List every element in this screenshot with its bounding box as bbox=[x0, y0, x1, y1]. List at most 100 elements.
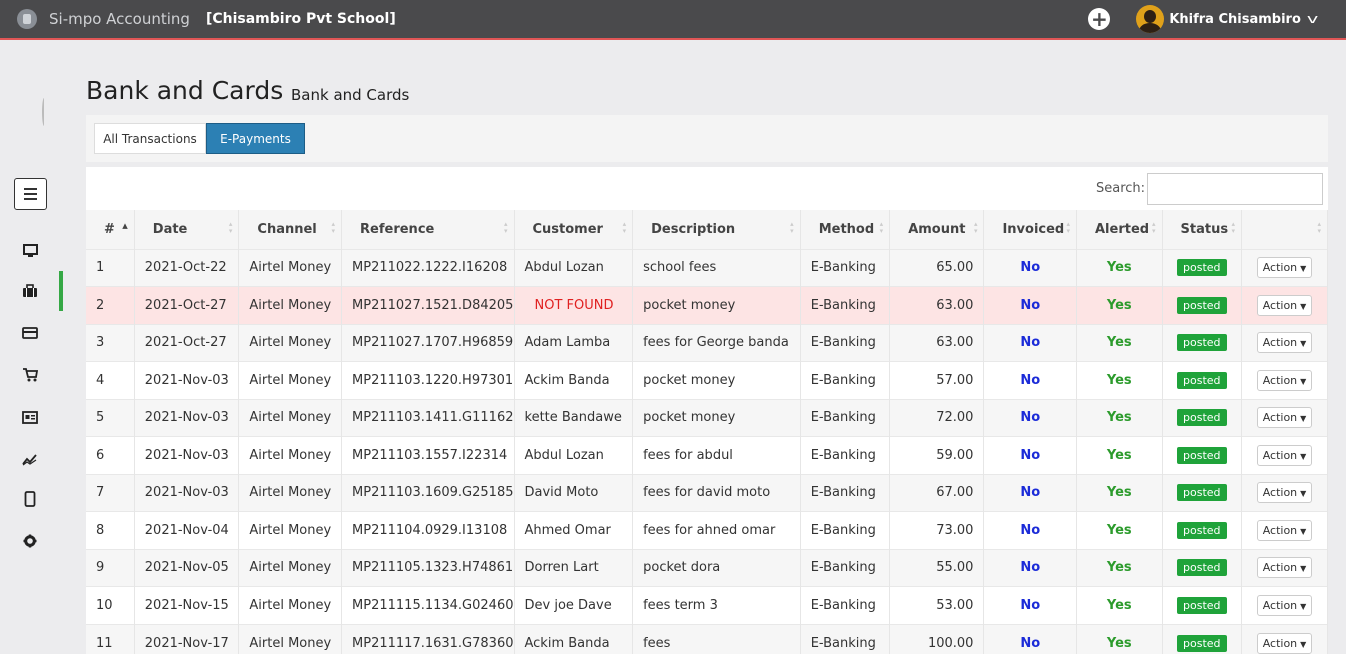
col-header-reference[interactable]: Reference bbox=[341, 210, 515, 249]
col-header-date[interactable]: Date bbox=[134, 210, 240, 249]
row-method: E-Banking bbox=[800, 436, 891, 474]
row-action: Action ▼ bbox=[1241, 586, 1328, 624]
row-action: Action ▼ bbox=[1241, 323, 1328, 362]
row-alerted: Yes bbox=[1076, 436, 1163, 474]
table-row[interactable]: 5 2021-Nov-03 Airtel Money MP211103.1411.G1… bbox=[86, 398, 1328, 437]
row-method: E-Banking bbox=[800, 586, 891, 624]
table-row[interactable]: 6 2021-Nov-03 Airtel Money MP211103.1557.I2… bbox=[86, 436, 1328, 474]
gear-icon[interactable] bbox=[18, 529, 42, 553]
row-invoiced: No bbox=[983, 473, 1077, 512]
row-description: pocket dora bbox=[632, 548, 801, 587]
action-label: Action bbox=[1262, 336, 1298, 350]
col-header-description[interactable]: Description bbox=[632, 210, 801, 249]
row-number: 2 bbox=[86, 286, 135, 324]
status-badge: posted bbox=[1177, 634, 1227, 652]
status-badge: posted bbox=[1177, 446, 1227, 464]
status-badge: posted bbox=[1177, 596, 1227, 614]
row-customer: Ackim Banda bbox=[514, 623, 634, 654]
add-icon[interactable]: + bbox=[1088, 8, 1111, 30]
avatar[interactable] bbox=[1136, 5, 1165, 33]
row-channel: Airtel Money bbox=[238, 548, 343, 587]
col-header-customer[interactable]: Customer bbox=[514, 210, 634, 249]
caret-down-icon: ▼ bbox=[1300, 639, 1307, 649]
status-badge: posted bbox=[1177, 296, 1227, 314]
row-alerted: Yes bbox=[1076, 398, 1163, 437]
row-number: 6 bbox=[86, 436, 135, 474]
row-alerted: Yes bbox=[1076, 586, 1163, 624]
action-dropdown-button[interactable]: Action ▼ bbox=[1256, 257, 1313, 279]
col-header-alerted[interactable]: Alerted bbox=[1076, 210, 1163, 249]
col-header-number[interactable]: # bbox=[86, 210, 135, 249]
chevron-down-icon[interactable]: v bbox=[1307, 12, 1318, 26]
col-header-amount[interactable]: Amount bbox=[889, 210, 985, 249]
sidebar bbox=[0, 42, 63, 654]
table-row[interactable]: 4 2021-Nov-03 Airtel Money MP211103.1220.H9… bbox=[86, 361, 1328, 399]
row-invoiced: No bbox=[983, 286, 1077, 324]
action-dropdown-button[interactable]: Action ▼ bbox=[1256, 369, 1313, 391]
action-dropdown-button[interactable]: Action ▼ bbox=[1256, 557, 1313, 579]
row-customer: NOT FOUND bbox=[514, 286, 634, 324]
mobile-icon[interactable] bbox=[18, 487, 42, 511]
col-header-invoiced[interactable]: Invoiced bbox=[983, 210, 1077, 249]
caret-down-icon: ▼ bbox=[1300, 489, 1307, 499]
hamburger-menu-button[interactable] bbox=[14, 178, 47, 210]
action-dropdown-button[interactable]: Action ▼ bbox=[1256, 519, 1313, 541]
row-date: 2021-Oct-27 bbox=[134, 323, 240, 362]
search-input[interactable] bbox=[1147, 173, 1323, 205]
user-name[interactable]: Khifra Chisambiro bbox=[1169, 12, 1301, 27]
briefcase-icon[interactable] bbox=[18, 279, 42, 303]
row-invoiced: No bbox=[983, 398, 1077, 437]
col-header-method[interactable]: Method bbox=[800, 210, 891, 249]
action-label: Action bbox=[1262, 261, 1298, 275]
cart-icon[interactable] bbox=[18, 363, 42, 387]
id-card-icon[interactable] bbox=[18, 405, 42, 429]
action-dropdown-button[interactable]: Action ▼ bbox=[1256, 482, 1313, 504]
row-channel: Airtel Money bbox=[238, 248, 343, 287]
row-reference: MP211105.1323.H74861 bbox=[341, 548, 515, 587]
caret-down-icon: ▼ bbox=[1300, 339, 1307, 349]
action-dropdown-button[interactable]: Action ▼ bbox=[1256, 332, 1313, 354]
table-row[interactable]: 10 2021-Nov-15 Airtel Money MP211115.1134.G… bbox=[86, 586, 1328, 624]
tab-all-transactions[interactable]: All Transactions bbox=[94, 123, 206, 154]
app-logo-icon[interactable] bbox=[17, 9, 37, 29]
table-row[interactable]: 11 2021-Nov-17 Airtel Money MP211117.1631.G… bbox=[86, 623, 1328, 654]
row-reference: MP211115.1134.G02460 bbox=[341, 586, 515, 624]
row-channel: Airtel Money bbox=[238, 398, 343, 437]
row-invoiced: No bbox=[983, 511, 1077, 549]
table-row[interactable]: 2 2021-Oct-27 Airtel Money MP211027.1521.D8… bbox=[86, 286, 1328, 324]
action-dropdown-button[interactable]: Action ▼ bbox=[1256, 444, 1313, 466]
action-dropdown-button[interactable]: Action ▼ bbox=[1256, 594, 1313, 616]
table-row[interactable]: 7 2021-Nov-03 Airtel Money MP211103.1609.G2… bbox=[86, 473, 1328, 512]
action-dropdown-button[interactable]: Action ▼ bbox=[1256, 632, 1313, 654]
app-name[interactable]: Si-mpo Accounting bbox=[49, 10, 190, 28]
row-alerted: Yes bbox=[1076, 473, 1163, 512]
table-row[interactable]: 9 2021-Nov-05 Airtel Money MP211105.1323.H7… bbox=[86, 548, 1328, 587]
monitor-icon[interactable] bbox=[18, 239, 42, 263]
row-alerted: Yes bbox=[1076, 361, 1163, 399]
row-amount: 59.00 bbox=[889, 436, 985, 474]
row-status: posted bbox=[1162, 511, 1243, 549]
row-alerted: Yes bbox=[1076, 511, 1163, 549]
row-amount: 53.00 bbox=[889, 586, 985, 624]
col-header-status[interactable]: Status bbox=[1162, 210, 1243, 249]
row-customer: Ahmed Omar bbox=[514, 511, 634, 549]
row-description: pocket money bbox=[632, 286, 801, 324]
status-badge: posted bbox=[1177, 259, 1227, 277]
row-description: pocket money bbox=[632, 398, 801, 437]
table-row[interactable]: 1 2021-Oct-22 Airtel Money MP211022.1222.I1… bbox=[86, 248, 1328, 287]
action-label: Action bbox=[1262, 636, 1298, 650]
action-dropdown-button[interactable]: Action ▼ bbox=[1256, 407, 1313, 429]
table-row[interactable]: 8 2021-Nov-04 Airtel Money MP211104.0929.I1… bbox=[86, 511, 1328, 549]
row-date: 2021-Nov-15 bbox=[134, 586, 240, 624]
tab-e-payments[interactable]: E-Payments bbox=[206, 123, 305, 154]
row-method: E-Banking bbox=[800, 286, 891, 324]
credit-card-icon[interactable] bbox=[18, 321, 42, 345]
col-header-channel[interactable]: Channel bbox=[238, 210, 343, 249]
status-badge: posted bbox=[1177, 371, 1227, 389]
col-header-action[interactable] bbox=[1241, 210, 1328, 249]
chart-line-icon[interactable] bbox=[18, 447, 42, 471]
row-action: Action ▼ bbox=[1241, 398, 1328, 437]
action-label: Action bbox=[1262, 411, 1298, 425]
action-dropdown-button[interactable]: Action ▼ bbox=[1256, 294, 1313, 316]
table-row[interactable]: 3 2021-Oct-27 Airtel Money MP211027.1707.H9… bbox=[86, 323, 1328, 362]
